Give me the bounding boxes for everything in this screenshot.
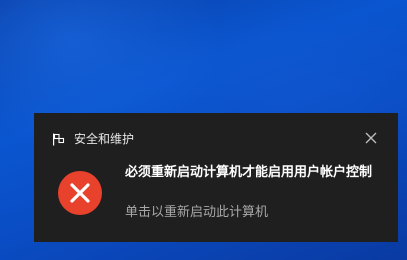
- notification-body: 单击以重新启动此计算机: [125, 205, 269, 220]
- toast-header: 安全和维护: [34, 113, 398, 161]
- app-name: 安全和维护: [74, 132, 135, 146]
- security-maintenance-flag-icon: [53, 133, 65, 146]
- notification-title: 必须重新启动计算机才能启用用户帐户控制: [125, 165, 373, 180]
- close-icon[interactable]: [362, 129, 380, 147]
- toast-notification[interactable]: 安全和维护 必须重新启动计算机才能启用用户帐户控制 单击以重新启动此计算机: [34, 113, 398, 242]
- error-x-icon: [58, 171, 102, 215]
